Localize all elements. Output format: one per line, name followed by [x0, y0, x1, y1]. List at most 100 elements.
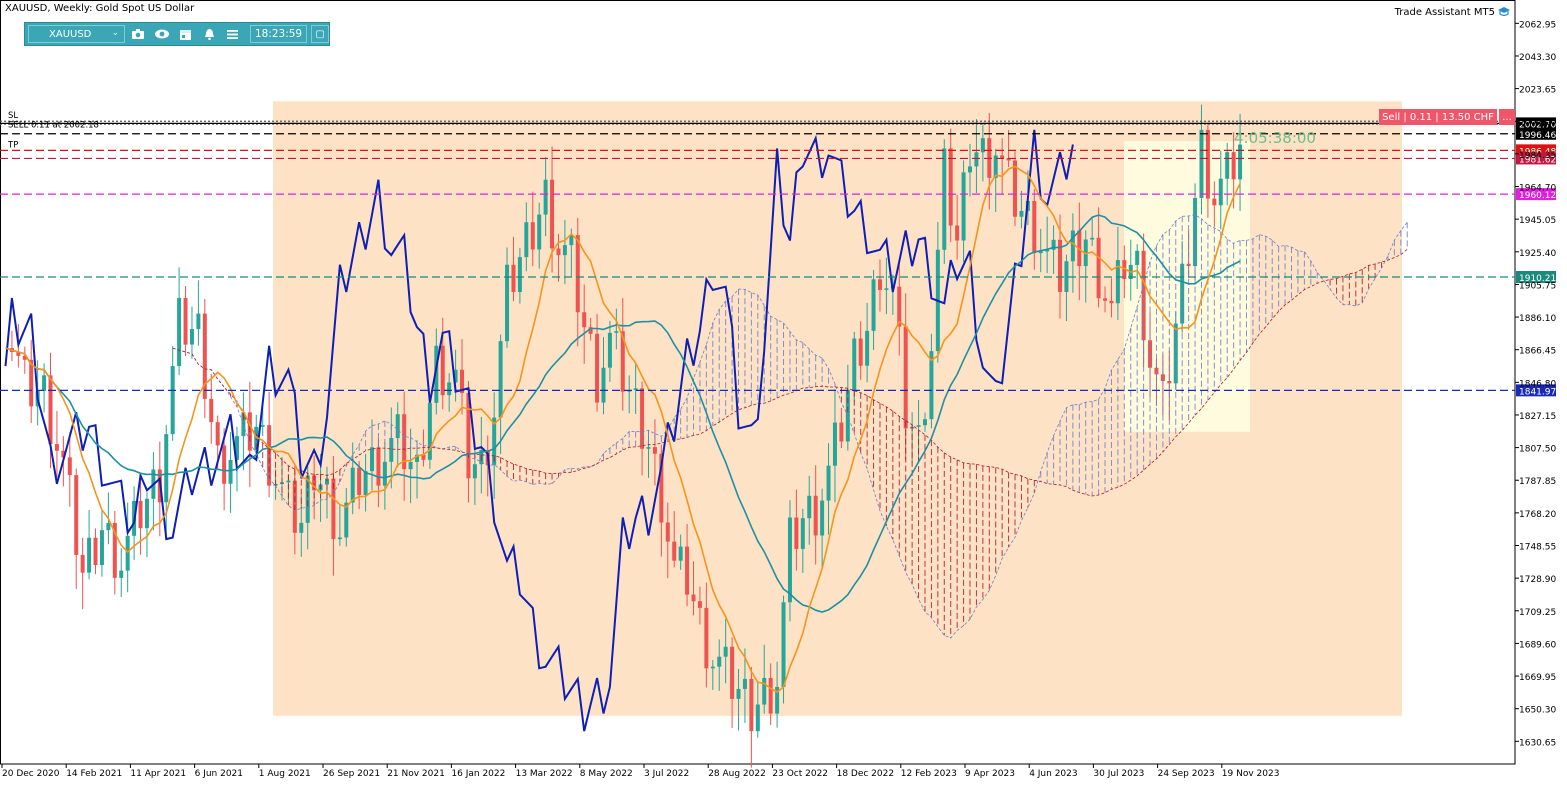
candle-body — [1103, 298, 1108, 301]
date-tick-label: 3 Jul 2022 — [644, 769, 689, 779]
candle-body — [1205, 129, 1210, 199]
candle-body — [1218, 178, 1223, 206]
candle-body — [710, 666, 715, 669]
candle-body — [672, 541, 677, 561]
candle-body — [582, 312, 587, 328]
restore-window-icon[interactable]: ▢ — [311, 25, 330, 43]
candle-body — [685, 546, 690, 595]
graduation-cap-icon[interactable] — [1497, 6, 1511, 18]
candle-body — [99, 530, 104, 566]
date-tick-label: 1 Aug 2021 — [259, 769, 311, 779]
alert-bell-icon[interactable] — [198, 23, 220, 45]
candle-body — [472, 464, 477, 479]
trade-toolbar: XAUUSD ⌄ 18:23:59 ▢ — [24, 22, 330, 46]
price-tick-label: 1709.25 — [1519, 608, 1556, 618]
candle-body — [125, 535, 130, 571]
candle-body — [569, 235, 574, 246]
chart-canvas[interactable]: 2002.701996.461986.481981.621960.121910.… — [0, 0, 1567, 783]
candle-body — [974, 152, 979, 167]
candle-body — [517, 257, 522, 292]
candle-body — [723, 646, 728, 657]
chart-title: XAUUSD, Weekly: Gold Spot US Dollar — [5, 3, 195, 14]
candle-body — [865, 330, 870, 366]
date-tick-label: 4 Jun 2023 — [1029, 769, 1077, 779]
candle-body — [678, 546, 683, 561]
price-tick-label: 2004.00 — [1519, 118, 1556, 128]
order-more-button[interactable]: ... — [1499, 109, 1515, 125]
candle-body — [209, 398, 214, 423]
candle-body — [787, 517, 792, 603]
camera-icon[interactable] — [127, 23, 149, 45]
symbol-selector[interactable]: XAUUSD ⌄ — [28, 25, 126, 43]
trade-assistant-label[interactable]: Trade Assistant MT5 — [1395, 7, 1495, 18]
candle-body — [640, 388, 645, 449]
candle-body — [530, 222, 535, 250]
candle-body — [562, 245, 567, 256]
candle-body — [80, 554, 85, 573]
candle-body — [74, 475, 79, 555]
candle-body — [1096, 237, 1101, 299]
price-tick-label: 1787.85 — [1519, 477, 1556, 487]
date-tick-label: 6 Jun 2021 — [195, 769, 243, 779]
candle-body — [29, 359, 34, 407]
price-tick-label: 1984.35 — [1519, 151, 1556, 161]
price-tick-label: 2043.30 — [1519, 53, 1556, 63]
candle-body — [177, 297, 182, 367]
candle-body — [691, 594, 696, 602]
date-tick-label: 28 Aug 2022 — [708, 769, 766, 779]
candle-body — [119, 570, 124, 578]
candle-body — [1064, 261, 1069, 292]
eye-icon[interactable] — [151, 23, 173, 45]
date-tick-label: 20 Dec 2020 — [2, 769, 60, 779]
candle-body — [1013, 160, 1018, 217]
calendar-icon[interactable] — [175, 23, 197, 45]
menu-icon[interactable] — [222, 23, 244, 45]
candle-body — [93, 537, 98, 566]
candle-body — [1212, 198, 1217, 206]
candle-body — [215, 422, 220, 446]
candle-body — [1109, 300, 1114, 304]
candle-body — [697, 601, 702, 608]
candle-body — [370, 447, 375, 472]
candle-body — [646, 447, 651, 449]
candle-body — [575, 235, 580, 313]
sell-entry-label: SELL 0.11 at 2002.18 — [8, 120, 99, 130]
candle-body — [601, 367, 606, 403]
candle-body — [54, 444, 59, 451]
candle-body — [447, 382, 452, 396]
chart-area[interactable]: 2002.70 1996.46 1986.48 1981.62 1960.12 1910.… — [0, 0, 1567, 783]
candle-body — [922, 419, 927, 426]
candle-body — [730, 646, 735, 699]
price-tick-label: 1886.10 — [1519, 314, 1556, 324]
date-tick-label: 21 Nov 2021 — [387, 769, 445, 779]
date-tick-label: 8 May 2022 — [580, 769, 633, 779]
server-time: 18:23:59 — [249, 25, 308, 43]
date-tick-label: 14 Feb 2021 — [66, 769, 122, 779]
candle-body — [736, 688, 741, 699]
candle-body — [48, 375, 53, 445]
candle-body — [382, 461, 387, 486]
date-tick-label: 30 Jul 2023 — [1093, 769, 1144, 779]
price-tick-label: 1827.15 — [1519, 412, 1556, 422]
price-tick-label: 1964.70 — [1519, 184, 1556, 194]
sell-order-badge[interactable]: Sell | 0.11 | 13.50 CHF — [1379, 109, 1497, 125]
candle-body — [794, 517, 799, 549]
candle-body — [781, 602, 786, 687]
candle-body — [942, 148, 947, 250]
candle-body — [505, 264, 510, 342]
candle-body — [839, 422, 844, 442]
candle-body — [183, 297, 188, 345]
candle-body — [363, 471, 368, 495]
candle-body — [961, 172, 966, 241]
price-tick-label: 1925.40 — [1519, 249, 1556, 259]
candle-body — [652, 447, 657, 454]
candle-body — [550, 179, 555, 249]
candle-body — [742, 678, 747, 689]
chevron-down-icon: ⌄ — [111, 28, 120, 38]
candle-body — [337, 537, 342, 540]
candle-body — [832, 422, 837, 466]
candle-body — [189, 329, 194, 345]
price-tick-label: 1905.75 — [1519, 281, 1556, 291]
candle-body — [807, 495, 812, 519]
candle-body — [897, 286, 902, 327]
